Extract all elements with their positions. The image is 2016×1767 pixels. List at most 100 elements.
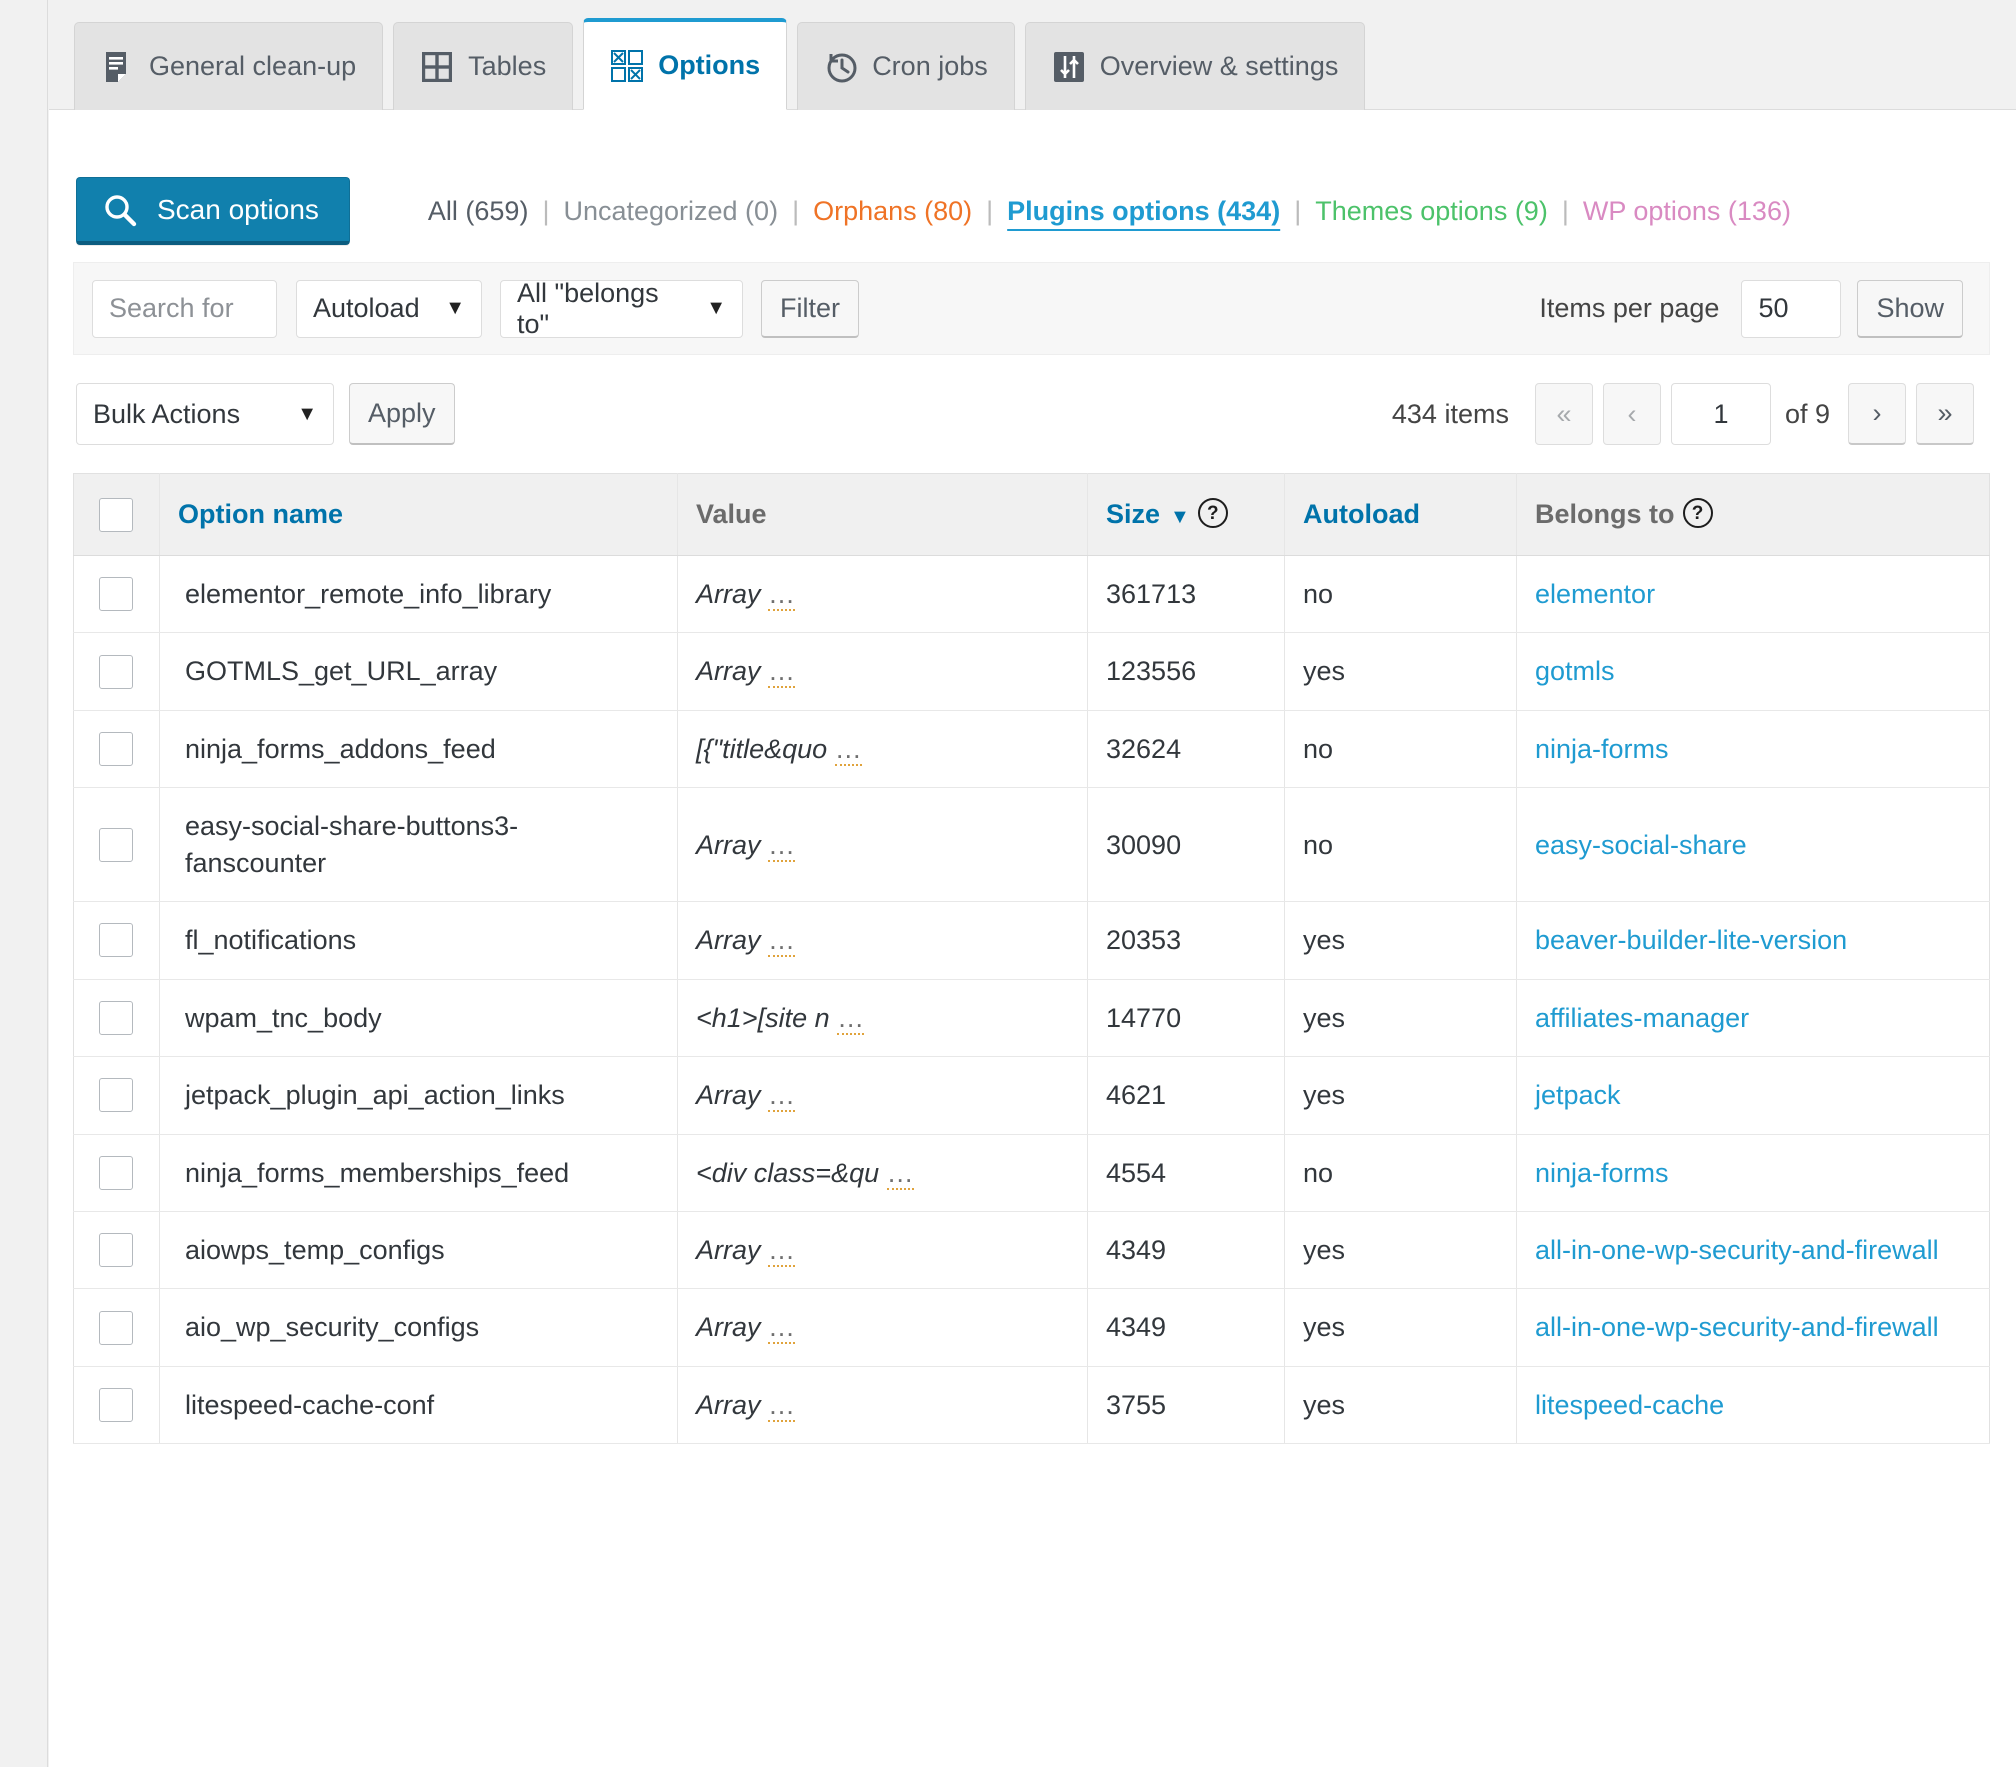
cell-value-ellipsis[interactable]: … bbox=[768, 1312, 796, 1345]
cell-value: Array … bbox=[677, 1211, 1088, 1290]
row-checkbox[interactable] bbox=[99, 1388, 133, 1423]
row-checkbox[interactable] bbox=[99, 1233, 133, 1268]
items-per-page-input[interactable] bbox=[1741, 279, 1842, 338]
column-label: Belongs to bbox=[1535, 498, 1675, 529]
cell-value-text: Array bbox=[696, 925, 761, 956]
belongs-to-link[interactable]: all-in-one-wp-security-and-firewall bbox=[1535, 1312, 1939, 1342]
cell-belongs-to: litespeed-cache bbox=[1516, 1366, 1990, 1445]
row-checkbox[interactable] bbox=[99, 1078, 133, 1113]
select-all-checkbox[interactable] bbox=[99, 497, 133, 532]
cell-belongs-to: affiliates-manager bbox=[1516, 979, 1990, 1058]
cell-autoload: yes bbox=[1284, 1056, 1517, 1135]
cell-value-text: Array bbox=[696, 1080, 761, 1111]
help-icon[interactable]: ? bbox=[1682, 498, 1713, 529]
bulk-actions-select[interactable]: Bulk Actions ▼ bbox=[76, 383, 334, 445]
page-number-input[interactable] bbox=[1670, 383, 1771, 445]
view-link-wp-options[interactable]: WP options (136) bbox=[1583, 196, 1791, 227]
cell-value-text: Array bbox=[696, 1389, 761, 1420]
belongs-to-link[interactable]: beaver-builder-lite-version bbox=[1535, 925, 1847, 955]
belongs-to-link[interactable]: all-in-one-wp-security-and-firewall bbox=[1535, 1235, 1939, 1265]
tab-general-clean-up[interactable]: General clean-up bbox=[74, 22, 384, 110]
cell-value-ellipsis[interactable]: … bbox=[768, 1389, 796, 1422]
column-header-option-name[interactable]: Option name bbox=[159, 473, 678, 556]
belongs-to-link[interactable]: elementor bbox=[1535, 579, 1655, 609]
filter-button[interactable]: Filter bbox=[761, 279, 859, 338]
row-checkbox[interactable] bbox=[99, 654, 133, 689]
prev-page-button[interactable]: ‹ bbox=[1602, 383, 1661, 445]
row-checkbox[interactable] bbox=[99, 827, 133, 862]
row-checkbox[interactable] bbox=[99, 923, 133, 958]
cell-option-name: elementor_remote_info_library bbox=[159, 555, 678, 634]
help-icon[interactable]: ? bbox=[1197, 498, 1228, 529]
next-page-button[interactable]: › bbox=[1848, 383, 1906, 445]
tab-cron-jobs[interactable]: Cron jobs bbox=[797, 22, 1015, 110]
belongs-to-link[interactable]: easy-social-share bbox=[1535, 830, 1747, 860]
cell-belongs-to: jetpack bbox=[1516, 1056, 1990, 1135]
table-row: litespeed-cache-conf Array … 3755 yes litesp… bbox=[73, 1366, 1990, 1445]
page-content: Scan options All (659) | Uncategorized (… bbox=[49, 110, 2016, 1445]
table-row: elementor_remote_info_library Array … 3617… bbox=[73, 555, 1990, 634]
view-link-uncategorized[interactable]: Uncategorized (0) bbox=[563, 196, 778, 227]
search-input[interactable] bbox=[92, 279, 277, 338]
tab-overview-settings[interactable]: Overview & settings bbox=[1024, 22, 1366, 110]
cell-belongs-to: ninja-forms bbox=[1516, 710, 1990, 789]
search-icon bbox=[103, 193, 137, 227]
table-row: GOTMLS_get_URL_array Array … 123556 yes gotm… bbox=[73, 632, 1990, 711]
cell-value-ellipsis[interactable]: … bbox=[768, 925, 796, 958]
cell-value-ellipsis[interactable]: … bbox=[768, 579, 796, 611]
autoload-select[interactable]: Autoload ▼ bbox=[296, 279, 482, 338]
table-body: elementor_remote_info_library Array … 3617… bbox=[73, 555, 1990, 1445]
view-link-plugins-options[interactable]: Plugins options (434) bbox=[1007, 196, 1280, 227]
belongs-to-link[interactable]: ninja-forms bbox=[1535, 734, 1669, 764]
cell-value: Array … bbox=[677, 787, 1088, 903]
cell-value-ellipsis[interactable]: … bbox=[834, 733, 862, 766]
row-checkbox[interactable] bbox=[99, 1000, 133, 1035]
cell-value-ellipsis[interactable]: … bbox=[768, 656, 796, 689]
view-link-orphans[interactable]: Orphans (80) bbox=[813, 196, 972, 227]
view-link-all[interactable]: All (659) bbox=[428, 196, 529, 227]
grid-table-icon bbox=[420, 50, 454, 84]
total-pages-label: of 9 bbox=[1784, 398, 1830, 429]
row-checkbox[interactable] bbox=[99, 732, 133, 767]
row-select-cell bbox=[73, 1366, 160, 1445]
pagination: 434 items « ‹ of 9 › » bbox=[1392, 383, 1990, 445]
cell-value-ellipsis[interactable]: … bbox=[768, 1080, 796, 1113]
row-checkbox[interactable] bbox=[99, 577, 133, 612]
cell-value-ellipsis[interactable]: … bbox=[768, 1234, 796, 1267]
cell-belongs-to: all-in-one-wp-security-and-firewall bbox=[1516, 1288, 1990, 1367]
cell-value-ellipsis[interactable]: … bbox=[886, 1157, 914, 1190]
show-button[interactable]: Show bbox=[1857, 279, 1963, 338]
tab-tables[interactable]: Tables bbox=[393, 22, 574, 110]
link-separator: | bbox=[1294, 195, 1302, 226]
cell-size: 32624 bbox=[1087, 710, 1285, 789]
column-header-autoload[interactable]: Autoload bbox=[1284, 473, 1517, 556]
cell-size: 4621 bbox=[1087, 1056, 1285, 1135]
belongs-to-link[interactable]: litespeed-cache bbox=[1535, 1390, 1724, 1420]
cell-option-name: jetpack_plugin_api_action_links bbox=[159, 1056, 678, 1135]
belongs-to-link[interactable]: ninja-forms bbox=[1535, 1158, 1669, 1188]
cell-value: Array … bbox=[677, 1366, 1088, 1445]
row-checkbox[interactable] bbox=[99, 1310, 133, 1345]
cell-value-ellipsis[interactable]: … bbox=[768, 829, 796, 862]
belongs-to-select-value: All "belongs to" bbox=[517, 277, 659, 339]
cell-value-ellipsis[interactable]: … bbox=[837, 1002, 865, 1035]
cell-value-text: Array bbox=[696, 579, 761, 609]
belongs-to-link[interactable]: jetpack bbox=[1535, 1080, 1621, 1110]
last-page-button[interactable]: » bbox=[1916, 383, 1974, 445]
tab-options[interactable]: Options bbox=[583, 18, 788, 110]
first-page-button[interactable]: « bbox=[1534, 383, 1593, 445]
cell-value-text: Array bbox=[696, 656, 761, 687]
row-select-cell bbox=[73, 1134, 160, 1212]
cell-value-text: [{"title&quo bbox=[696, 733, 828, 764]
cell-belongs-to: easy-social-share bbox=[1516, 787, 1990, 903]
belongs-to-link[interactable]: gotmls bbox=[1535, 656, 1615, 686]
sort-desc-icon[interactable]: ▼ bbox=[1170, 506, 1190, 528]
scan-options-button[interactable]: Scan options bbox=[76, 177, 350, 245]
column-header-size[interactable]: Size ▼? bbox=[1087, 473, 1285, 556]
belongs-to-link[interactable]: affiliates-manager bbox=[1535, 1003, 1749, 1033]
view-link-themes-options[interactable]: Themes options (9) bbox=[1315, 196, 1548, 227]
tab-label: Options bbox=[658, 50, 761, 80]
belongs-to-select[interactable]: All "belongs to" ▼ bbox=[500, 277, 743, 339]
apply-button[interactable]: Apply bbox=[349, 383, 455, 445]
row-checkbox[interactable] bbox=[99, 1155, 133, 1190]
